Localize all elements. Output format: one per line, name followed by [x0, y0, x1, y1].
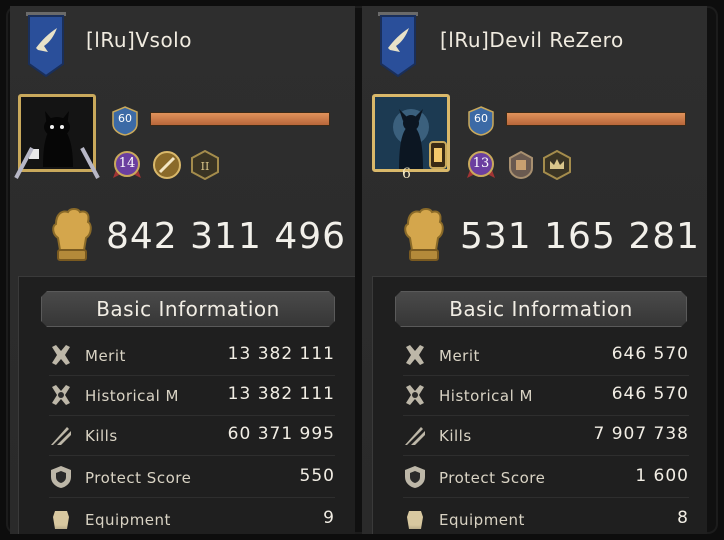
stat-value: 646 570	[611, 384, 689, 404]
stat-row-kills: Kills 60 371 995	[49, 419, 335, 456]
xp-bar	[150, 112, 330, 126]
fist-crest-badge-icon[interactable]	[506, 150, 536, 180]
player-panel-left: [lRu]Vsolo 60 14 II 842 311 496 Basic In…	[10, 6, 355, 534]
xp-bar-fill	[151, 113, 329, 125]
equipment-icon	[53, 511, 69, 529]
svg-text:II: II	[201, 160, 210, 173]
stat-label: Equipment	[439, 511, 525, 529]
level-badge: 60	[112, 106, 138, 136]
protect-shield-icon	[51, 466, 71, 488]
stat-value: 8	[677, 508, 689, 528]
avatar-badge-value: 6	[402, 166, 411, 182]
stat-row-equipment: Equipment 8	[403, 503, 689, 534]
power-fist-icon	[404, 208, 444, 261]
basic-information-box: Basic Information Merit 13 382 111 Histo…	[18, 276, 355, 534]
power-value: 531 165 281	[460, 216, 701, 257]
stat-value: 7 907 738	[593, 424, 689, 444]
player-avatar[interactable]: 6	[368, 92, 454, 182]
player-name: [lRu]Devil ReZero	[440, 28, 624, 52]
stat-label: Kills	[85, 427, 118, 445]
player-avatar[interactable]	[14, 92, 100, 179]
stat-label: Merit	[439, 347, 480, 365]
stat-label: Historical M	[85, 387, 179, 405]
basic-information-header: Basic Information	[395, 291, 687, 327]
level-value: 60	[118, 112, 132, 125]
kills-icon	[51, 427, 71, 445]
stat-value: 550	[299, 466, 335, 486]
roman-numeral-badge-icon[interactable]: II	[190, 150, 220, 180]
stat-label: Protect Score	[85, 469, 192, 487]
crossed-weapons-frame-icon	[14, 147, 100, 179]
rank-medal-value: 14	[118, 156, 136, 171]
stat-value: 1 600	[635, 466, 689, 486]
stat-row-historical-merit: Historical M 13 382 111	[49, 379, 335, 416]
crown-badge-icon[interactable]	[542, 150, 572, 180]
stat-label: Merit	[85, 347, 126, 365]
player-panel-right: [lRu]Devil ReZero 6 60 13 531 165 281 Ba…	[362, 6, 707, 534]
stat-row-historical-merit: Historical M 646 570	[403, 379, 689, 416]
stat-value: 60 371 995	[227, 424, 335, 444]
equipment-icon	[407, 511, 423, 529]
quill-badge-icon[interactable]	[152, 150, 182, 180]
rank-medal-value: 13	[472, 156, 490, 171]
merit-icon	[52, 345, 70, 365]
stat-row-merit: Merit 646 570	[403, 339, 689, 376]
stat-label: Kills	[439, 427, 472, 445]
basic-information-header: Basic Information	[41, 291, 335, 327]
power-value: 842 311 496	[106, 216, 347, 257]
stat-value: 646 570	[611, 344, 689, 364]
stat-value: 13 382 111	[227, 344, 335, 364]
power-fist-icon	[52, 208, 92, 261]
stat-row-equipment: Equipment 9	[49, 503, 335, 534]
stat-row-merit: Merit 13 382 111	[49, 339, 335, 376]
alliance-banner-icon	[26, 12, 66, 78]
basic-information-title: Basic Information	[449, 297, 633, 321]
lantern-icon	[429, 141, 447, 169]
stat-row-kills: Kills 7 907 738	[403, 419, 689, 456]
basic-information-title: Basic Information	[96, 297, 280, 321]
rank-medal[interactable]: 14	[112, 150, 142, 180]
merit-icon	[406, 345, 424, 365]
basic-information-box: Basic Information Merit 646 570 Historic…	[372, 276, 707, 534]
stat-value: 13 382 111	[227, 384, 335, 404]
stat-label: Equipment	[85, 511, 171, 529]
historical-merit-icon	[52, 385, 70, 405]
level-value: 60	[474, 112, 488, 125]
stat-label: Historical M	[439, 387, 533, 405]
stat-label: Protect Score	[439, 469, 546, 487]
level-badge: 60	[468, 106, 494, 136]
xp-bar-fill	[507, 113, 685, 125]
xp-bar	[506, 112, 686, 126]
alliance-banner-icon	[378, 12, 418, 78]
stat-value: 9	[323, 508, 335, 528]
rank-medal[interactable]: 13	[466, 150, 496, 180]
protect-shield-icon	[405, 466, 425, 488]
stat-row-protect-score: Protect Score 550	[49, 461, 335, 498]
historical-merit-icon	[406, 385, 424, 405]
player-name: [lRu]Vsolo	[86, 28, 192, 52]
kills-icon	[405, 427, 425, 445]
stat-row-protect-score: Protect Score 1 600	[403, 461, 689, 498]
